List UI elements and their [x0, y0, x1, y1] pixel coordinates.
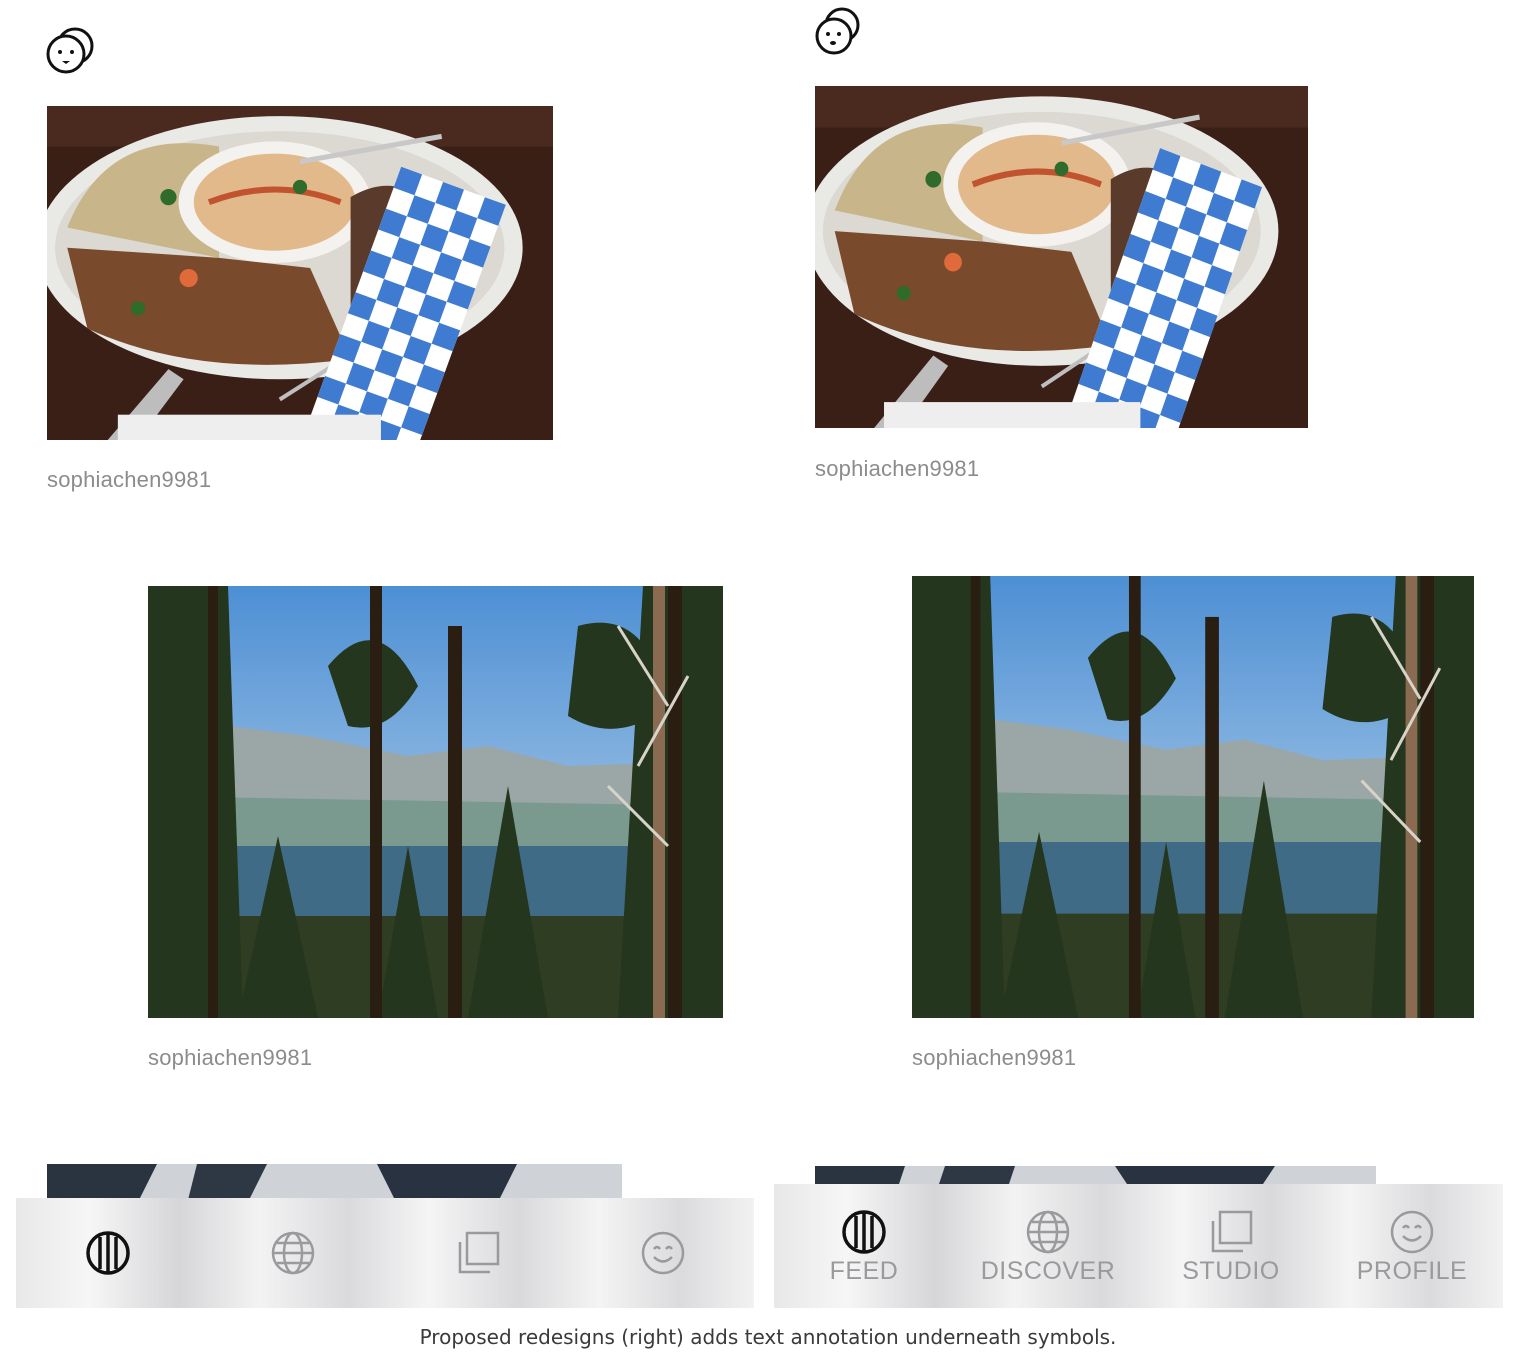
post-username[interactable]: sophiachen9981 [815, 456, 979, 482]
tab-discover[interactable] [233, 1198, 353, 1308]
app-logo-icon [814, 6, 862, 56]
post-photo-food[interactable] [47, 106, 553, 440]
app-logo-icon [46, 26, 96, 76]
post-photo-forest[interactable] [912, 576, 1474, 1018]
tab-label: PROFILE [1356, 1256, 1468, 1285]
post-photo-food[interactable] [815, 86, 1308, 428]
tab-discover[interactable]: DISCOVER [968, 1184, 1128, 1308]
post-username[interactable]: sophiachen9981 [912, 1045, 1076, 1071]
post-username[interactable]: sophiachen9981 [148, 1045, 312, 1071]
tab-profile[interactable] [603, 1198, 723, 1308]
post-photo-forest[interactable] [148, 586, 723, 1018]
tab-studio[interactable]: STUDIO [1161, 1184, 1301, 1308]
smiley-icon [1390, 1210, 1434, 1253]
smiley-icon [641, 1231, 685, 1275]
tab-label: FEED [829, 1256, 899, 1285]
feed-icon [842, 1209, 886, 1254]
tab-bar-proposed: FEED DISCOVER STUDIO PROFILE [774, 1184, 1503, 1308]
post-username[interactable]: sophiachen9981 [47, 467, 211, 493]
tab-studio[interactable] [418, 1198, 538, 1308]
tab-label: DISCOVER [980, 1256, 1116, 1285]
tab-feed[interactable]: FEED [794, 1184, 934, 1308]
studio-icon [1211, 1210, 1253, 1252]
tab-feed[interactable] [48, 1198, 168, 1308]
tab-profile[interactable]: PROFILE [1342, 1184, 1482, 1308]
tab-label: STUDIO [1182, 1256, 1280, 1285]
feed-icon [86, 1231, 130, 1275]
studio-icon [458, 1231, 500, 1274]
globe-icon [1026, 1210, 1070, 1253]
globe-icon [271, 1231, 315, 1275]
tab-bar-current [16, 1198, 754, 1308]
figure-caption: Proposed redesigns (right) adds text ann… [419, 1325, 1117, 1349]
